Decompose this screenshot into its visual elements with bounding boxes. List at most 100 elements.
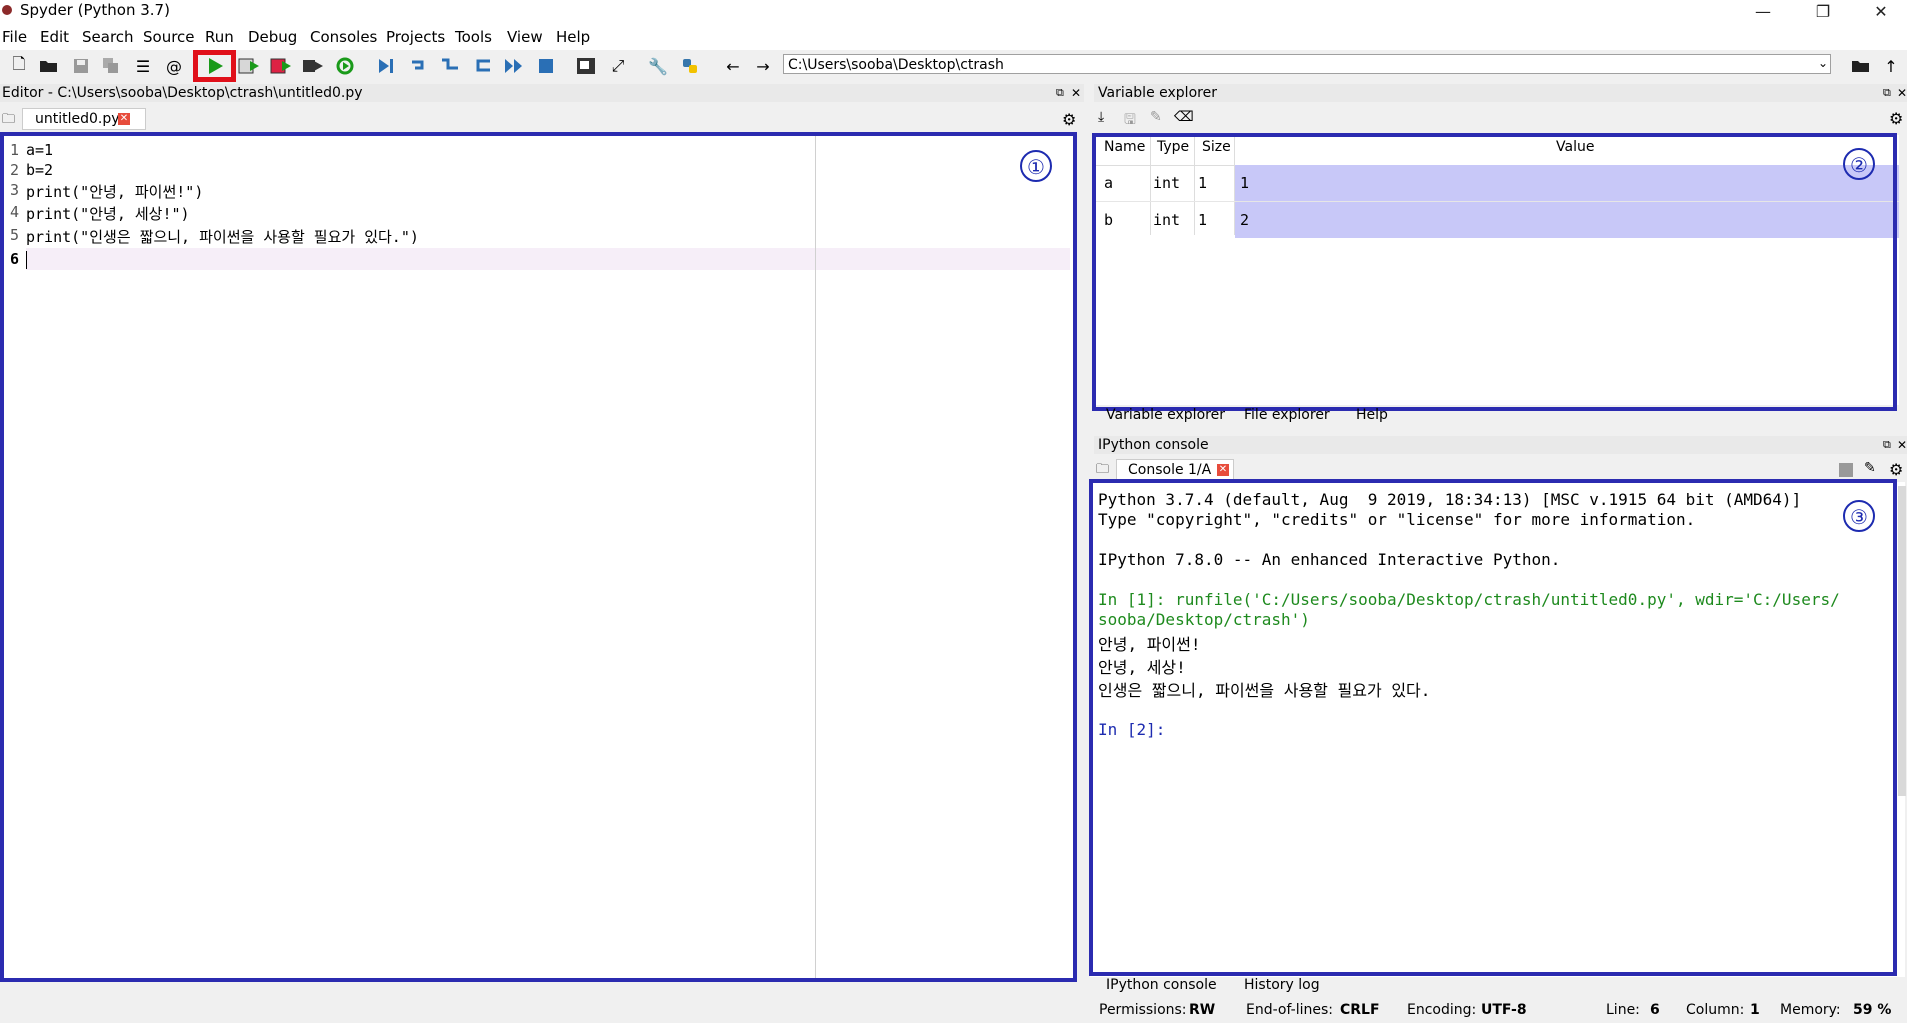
variable-explorer-toolbar: ⤓ 🖫 ✎ ⌫ ⚙ [1094,106,1907,132]
variable-explorer-options-gear-icon[interactable]: ⚙ [1889,109,1903,128]
menu-search[interactable]: Search [82,28,134,46]
minimize-button[interactable]: — [1740,0,1786,26]
menu-file[interactable]: File [2,28,27,46]
step-return-icon[interactable] [471,55,493,77]
menu-consoles[interactable]: Consoles [310,28,377,46]
annotation-marker-3: ③ [1843,500,1875,532]
editor-tab-label: untitled0.py [35,111,120,127]
console-scrollbar[interactable] [1898,486,1906,796]
continue-icon[interactable] [503,55,525,77]
encoding-value: UTF-8 [1481,1002,1527,1018]
memory-value: 59 % [1853,1002,1892,1018]
run-selection-icon[interactable] [302,55,324,77]
ipython-console-title: IPython console [1098,437,1209,453]
debug-icon[interactable] [375,55,397,77]
permissions-label: Permissions: [1099,1002,1187,1018]
pane-close-icon[interactable]: ✕ [1071,84,1081,102]
editor-pane-header: Editor - C:\Users\sooba\Desktop\ctrash\u… [0,84,1084,102]
browse-tabs-icon[interactable]: 🗀 [2,110,15,132]
run-cell-icon[interactable] [238,55,260,77]
open-folder-icon[interactable] [38,55,60,77]
forward-arrow-icon[interactable]: → [752,55,774,77]
pane-close-icon[interactable]: ✕ [1897,84,1907,102]
menu-projects[interactable]: Projects [386,28,445,46]
step-into-icon[interactable] [439,55,461,77]
line-label: Line: [1606,1002,1640,1018]
undock-icon[interactable]: ⧉ [1883,436,1891,454]
editor-tab-bar: 🗀 untitled0.py ✕ ⚙ [0,106,1084,132]
tab-close-icon[interactable]: ✕ [118,113,130,125]
save-icon[interactable] [70,55,92,77]
variable-explorer-annotation-box [1092,133,1897,411]
window-title: Spyder (Python 3.7) [20,1,170,19]
back-arrow-icon[interactable]: ← [722,55,744,77]
tab-file-explorer[interactable]: File explorer [1244,407,1330,423]
editor-path-title: Editor - C:\Users\sooba\Desktop\ctrash\u… [2,85,363,101]
permissions-value: RW [1189,1002,1216,1018]
tab-variable-explorer[interactable]: Variable explorer [1106,407,1225,423]
editor-options-gear-icon[interactable]: ⚙ [1062,110,1076,129]
undock-icon[interactable]: ⧉ [1883,84,1891,102]
spyder-logo-icon [2,5,12,15]
browse-folder-icon[interactable] [1850,55,1872,77]
import-data-icon[interactable]: ⤓ [1098,109,1104,125]
at-icon[interactable]: @ [163,55,185,77]
save-data-as-icon[interactable]: ✎ [1150,109,1162,125]
menu-tools[interactable]: Tools [455,28,492,46]
fullscreen-icon[interactable]: ⤢ [607,55,629,77]
working-directory-input[interactable]: C:\Users\sooba\Desktop\ctrash [783,54,1831,74]
variable-explorer-title: Variable explorer [1098,85,1217,101]
tab-history-log[interactable]: History log [1244,977,1320,993]
column-label: Column: [1686,1002,1745,1018]
pane-close-icon[interactable]: ✕ [1897,436,1907,454]
annotation-marker-2: ② [1843,148,1875,180]
console-tab[interactable]: Console 1/A ✕ [1116,459,1234,481]
menu-debug[interactable]: Debug [248,28,297,46]
menu-view[interactable]: View [507,28,543,46]
memory-label: Memory: [1780,1002,1841,1018]
eol-label: End-of-lines: [1246,1002,1333,1018]
column-value: 1 [1750,1002,1760,1018]
encoding-label: Encoding: [1407,1002,1477,1018]
restore-button[interactable]: ❐ [1800,0,1846,26]
menu-help[interactable]: Help [556,28,590,46]
eol-value: CRLF [1340,1002,1380,1018]
clear-console-icon[interactable]: ✎ [1864,460,1876,476]
title-bar: Spyder (Python 3.7) — ❐ ✕ [0,0,1907,26]
tab-ipython-console[interactable]: IPython console [1106,977,1217,993]
parent-directory-icon[interactable]: ↑ [1880,55,1902,77]
maximize-pane-icon[interactable] [575,55,597,77]
interrupt-kernel-icon[interactable] [1839,463,1853,477]
new-file-icon[interactable]: 🗋 [8,54,30,77]
tab-help[interactable]: Help [1356,407,1388,423]
console-bottom-tab-bar: IPython console History log [1094,975,1907,997]
menu-bar: File Edit Search Source Run Debug Consol… [0,26,1907,50]
run-cell-advance-icon[interactable] [270,55,292,77]
path-dropdown-chevron-icon[interactable]: ⌄ [1818,56,1828,70]
editor-tab[interactable]: untitled0.py ✕ [22,108,146,130]
step-icon[interactable] [407,55,429,77]
menu-run[interactable]: Run [205,28,234,46]
eraser-icon[interactable]: ⌫ [1174,109,1194,125]
menu-edit[interactable]: Edit [40,28,69,46]
console-tab-label: Console 1/A [1128,462,1212,478]
variable-explorer-header: Variable explorer ⧉ ✕ [1094,84,1907,102]
python-path-icon[interactable] [679,55,701,77]
close-button[interactable]: ✕ [1858,0,1904,26]
outline-icon[interactable]: ☰ [132,55,154,77]
console-annotation-box [1089,479,1897,976]
console-options-gear-icon[interactable]: ⚙ [1889,460,1903,479]
line-value: 6 [1650,1002,1660,1018]
wrench-icon[interactable]: 🔧 [647,55,669,77]
re-run-icon[interactable] [334,55,356,77]
stop-icon[interactable] [535,55,557,77]
run-icon[interactable] [204,55,226,77]
tab-close-icon[interactable]: ✕ [1217,464,1229,476]
annotation-marker-1: ① [1020,150,1052,182]
status-bar: Permissions: RW End-of-lines: CRLF Encod… [0,997,1907,1023]
save-data-icon[interactable]: 🖫 [1124,109,1136,133]
menu-source[interactable]: Source [143,28,195,46]
editor-annotation-box [0,132,1077,982]
save-all-icon[interactable] [100,55,122,77]
undock-icon[interactable]: ⧉ [1056,84,1064,102]
